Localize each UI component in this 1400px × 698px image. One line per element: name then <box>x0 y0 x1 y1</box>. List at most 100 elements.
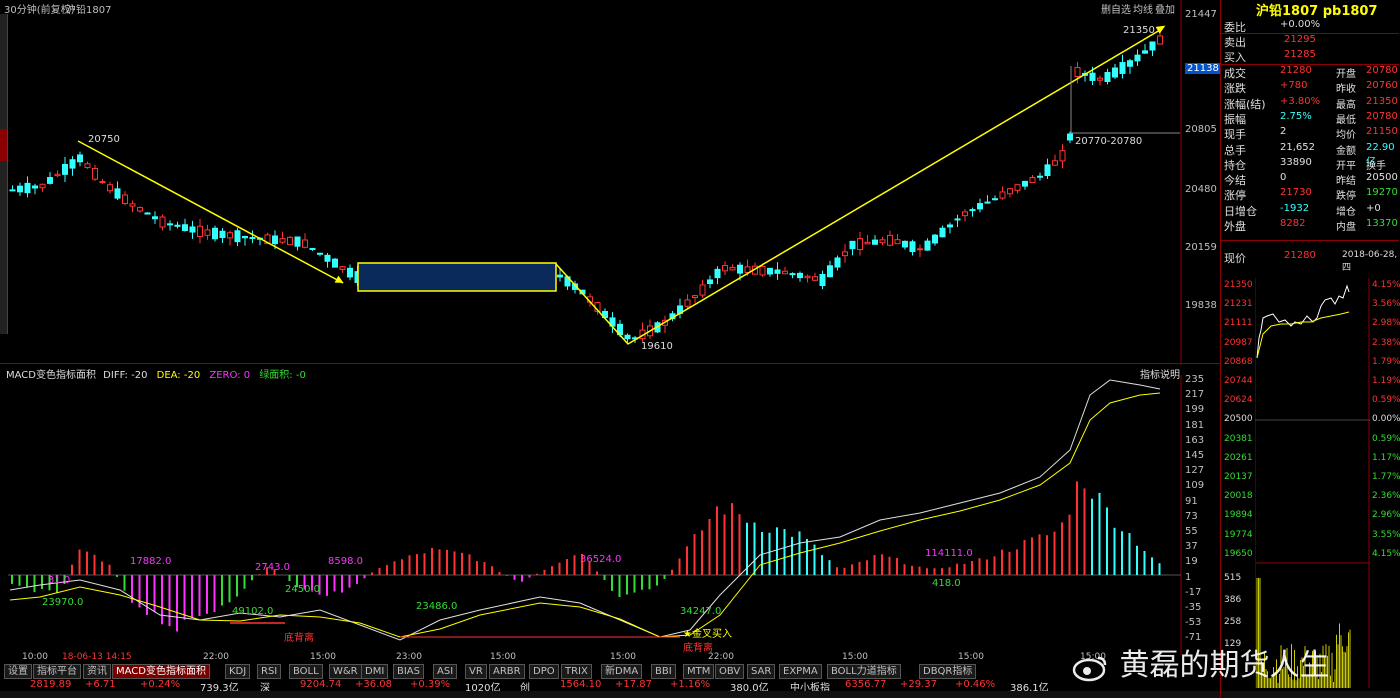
candle-body <box>834 257 841 268</box>
macd-label: 49102.0 <box>232 606 274 617</box>
ask-label: 卖出 <box>1224 36 1246 49</box>
candle-body <box>924 240 931 251</box>
macd-label: 418.0 <box>932 578 961 589</box>
candle-body <box>1112 67 1118 78</box>
indicator-tab[interactable]: BOLL <box>289 664 323 679</box>
status-value: +29.37 <box>900 679 938 690</box>
indicator-tab[interactable]: BOLL力道指标 <box>827 664 901 679</box>
time-tick: 15:00 <box>958 652 984 662</box>
candle-body <box>969 209 976 212</box>
candle-body <box>947 224 953 228</box>
candle-body <box>984 201 991 204</box>
quote-value: 20760 <box>1366 80 1398 92</box>
indicator-tab[interactable]: VR <box>465 664 487 679</box>
indicator-tab[interactable]: 设置 <box>4 664 32 679</box>
candle-body <box>9 189 16 192</box>
indicator-tab[interactable]: KDJ <box>225 664 251 679</box>
price-tick-current: 21138 <box>1185 63 1221 74</box>
indicator-tab[interactable]: ARBR <box>489 664 525 679</box>
macd-label: 31.0 <box>48 575 71 586</box>
indicator-tab[interactable]: 指标平台 <box>33 664 81 679</box>
indicator-tab[interactable]: MTM <box>683 664 715 679</box>
indicator-tab[interactable]: EXPMA <box>779 664 822 679</box>
order-ratio-value: +0.00% <box>1280 19 1321 30</box>
quote-value: 21150 <box>1366 126 1398 138</box>
indicator-tab[interactable]: TRIX <box>561 664 592 679</box>
quote-label: 持仓 <box>1224 158 1246 172</box>
candle-body <box>167 223 173 226</box>
mini-price-tick: 21231 <box>1224 299 1253 310</box>
candle-body <box>1134 54 1141 62</box>
candle-body <box>714 268 721 279</box>
quote-label: 外盘 <box>1224 220 1246 233</box>
macd-tick: 55 <box>1185 526 1198 537</box>
indicator-tab[interactable]: ASI <box>433 664 458 679</box>
candle-body <box>347 267 353 278</box>
macd-tick: -35 <box>1185 602 1202 613</box>
quote-value: 21730 <box>1280 187 1312 199</box>
price-tick: 21447 <box>1185 9 1217 20</box>
candle-body <box>722 264 728 272</box>
price-tick: 20159 <box>1185 242 1217 253</box>
mini-pct-tick: 2.98% <box>1372 318 1400 329</box>
candle-body <box>737 264 743 274</box>
candle-body <box>17 185 23 193</box>
intraday-avg-line <box>1256 311 1350 359</box>
candle-body <box>39 183 46 189</box>
indicator-tab[interactable]: 新DMA <box>601 664 643 679</box>
macd-chart <box>8 375 1182 655</box>
candle-body <box>1074 67 1081 77</box>
candle-body <box>849 240 856 250</box>
indicator-tab[interactable]: 资讯 <box>83 664 111 679</box>
candle-body <box>159 216 166 228</box>
candle-body <box>197 225 203 238</box>
indicator-tab[interactable]: SAR <box>747 664 776 679</box>
quote-row: 总手 21,652 金额 22.90亿 <box>1222 142 1398 168</box>
candle-body <box>24 182 31 194</box>
quote-row: 涨停 21730 跌停 19270 <box>1222 187 1398 202</box>
macd-label: 34247.0 <box>680 606 722 617</box>
quote-value: 21350 <box>1366 95 1398 107</box>
time-tick: 22:00 <box>708 652 734 662</box>
mini-price-tick: 19650 <box>1224 548 1253 559</box>
candle-body <box>759 265 766 276</box>
indicator-tab[interactable]: RSI <box>257 664 282 679</box>
time-tick: 15:00 <box>310 652 336 662</box>
macd-tick: 91 <box>1185 495 1198 507</box>
candle-body <box>872 239 878 245</box>
mini-pct-tick: 3.55% <box>1372 529 1400 540</box>
news-ticker[interactable] <box>0 691 1400 698</box>
price-tick: 19838 <box>1185 300 1217 311</box>
candle-body <box>804 275 811 279</box>
candle-body <box>977 203 983 210</box>
indicator-tab[interactable]: BBI <box>651 664 676 679</box>
candle-body <box>707 279 713 285</box>
candle-body <box>819 274 826 286</box>
indicator-tab[interactable]: W&R <box>329 664 362 679</box>
indicator-tab[interactable]: DBQR指标 <box>919 664 977 679</box>
quote-value: +0 <box>1366 202 1381 214</box>
indicator-tab[interactable]: DPO <box>529 664 559 679</box>
price-tick: 20480 <box>1185 184 1217 195</box>
candle-body <box>699 284 706 296</box>
candle-body <box>92 167 98 180</box>
last-price-label: 现价 <box>1224 252 1246 265</box>
macd-tick: 127 <box>1185 465 1205 477</box>
candle-body <box>962 211 968 217</box>
macd-label: 17882.0 <box>130 556 172 567</box>
candle-body <box>827 265 833 278</box>
macd-label: 23970.0 <box>42 597 84 608</box>
indicator-tab[interactable]: OBV <box>715 664 745 679</box>
indicator-tab[interactable]: MACD变色指标面积 <box>112 664 210 679</box>
quote-row: 日增仓 -1932 增仓 +0 <box>1222 203 1398 218</box>
candle-body <box>1067 133 1073 141</box>
indicator-tab[interactable]: DMI <box>361 664 389 679</box>
mini-price-tick: 20018 <box>1224 491 1253 502</box>
candle-body <box>189 226 196 233</box>
price-chart <box>9 0 1182 365</box>
quote-value: 33890 <box>1280 156 1312 168</box>
candle-body <box>1022 180 1028 187</box>
macd-tick: -17 <box>1185 586 1202 598</box>
candle-body <box>317 252 323 255</box>
indicator-tab[interactable]: BIAS <box>393 664 424 679</box>
